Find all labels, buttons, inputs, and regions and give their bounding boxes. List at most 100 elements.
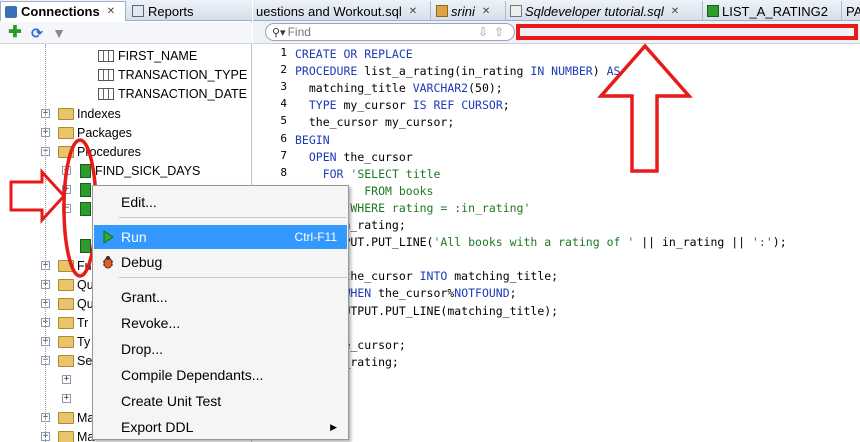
add-connection-icon[interactable]: ✚ [7, 25, 23, 41]
menu-item-grant[interactable]: Grant... [94, 285, 347, 309]
code-token: FOR [322, 166, 344, 181]
folder-icon [58, 145, 74, 158]
folder-icon [58, 126, 74, 139]
collapse-toggle[interactable]: − [62, 204, 71, 213]
tab-reports-label: Reports [148, 3, 194, 19]
tree-node-functions[interactable]: Fu [58, 256, 92, 275]
procedure-icon [707, 5, 719, 17]
find-field[interactable]: ⚲▾ ⇩ ⇧ [265, 23, 515, 41]
line-number: 7 [280, 148, 287, 162]
folder-icon [58, 354, 74, 367]
code-token: the_cursor% [371, 286, 455, 301]
code-line: matching_title VARCHAR2(50); [295, 80, 503, 97]
code-token: the_cursor my_cursor; [295, 115, 455, 130]
close-icon[interactable]: ✕ [107, 6, 115, 17]
code-token: PROCEDURE [295, 64, 358, 79]
menu-item-label: Drop... [121, 341, 164, 357]
tab-pat[interactable]: PAT [843, 1, 860, 21]
code-line: the_cursor my_cursor; [295, 114, 454, 131]
tab-questions-and-workout[interactable]: uestions and Workout.sql ✕ [253, 1, 431, 21]
menu-item-label: Revoke... [121, 315, 181, 331]
find-next-icon[interactable]: ⇧ [494, 25, 504, 39]
code-token: ) [592, 64, 607, 79]
tree-node-indexes[interactable]: Indexes [58, 104, 121, 123]
tab-label: uestions and Workout.sql [256, 3, 402, 19]
code-editor[interactable]: CREATE OR REPLACE PROCEDURE list_a_rating… [291, 44, 860, 442]
reports-icon [132, 5, 144, 17]
tree-column-first-name[interactable]: FIRST_NAME [98, 46, 197, 65]
tab-label: Sqldeveloper tutorial.sql [525, 3, 664, 19]
find-input[interactable] [287, 25, 438, 39]
line-number: 6 [280, 131, 287, 145]
tab-label: LIST_A_RATING2 [722, 3, 828, 19]
code-token: INTO [419, 269, 448, 284]
tab-connections-label: Connections [21, 4, 100, 19]
tree-label: TRANSACTION_TYPE [118, 67, 248, 82]
expand-toggle[interactable]: + [62, 166, 71, 175]
line-number: 4 [280, 97, 287, 111]
tree-column-transaction-type[interactable]: TRANSACTION_TYPE [98, 65, 247, 84]
menu-separator [119, 277, 347, 278]
expand-toggle[interactable]: + [62, 185, 71, 194]
tab-label: srini [451, 3, 475, 19]
menu-item-drop[interactable]: Drop... [94, 337, 347, 361]
menu-item-edit[interactable]: Edit... [94, 190, 347, 214]
code-token: BEGIN [295, 132, 330, 147]
expand-toggle[interactable]: + [62, 394, 71, 403]
menu-item-compile-dependants[interactable]: Compile Dependants... [94, 363, 347, 387]
connections-toolbar: ✚ ⟳ ▼ [0, 22, 252, 44]
menu-item-export-ddl[interactable]: Export DDL ▶ [94, 415, 347, 439]
tree-label: Se [77, 353, 93, 368]
tab-reports[interactable]: Reports [128, 1, 252, 21]
tree-label: FIRST_NAME [118, 48, 198, 63]
menu-item-label: Edit... [121, 194, 157, 210]
tree-node-sequences[interactable]: Se [58, 351, 92, 370]
left-tab-strip: Connections ✕ Reports [0, 0, 252, 21]
menu-item-run[interactable]: Run Ctrl-F11 [94, 225, 347, 249]
tree-label: Indexes [77, 106, 121, 121]
tree-label: FIND_SICK_DAYS [95, 163, 201, 178]
tree-node-queues[interactable]: Qu [58, 275, 94, 294]
bug-icon [101, 255, 115, 269]
close-icon[interactable]: ✕ [482, 6, 490, 17]
refresh-icon[interactable]: ⟳ [29, 25, 45, 41]
code-token: ); [772, 235, 787, 250]
tab-connections[interactable]: Connections ✕ [0, 1, 126, 21]
menu-item-label: Export DDL [121, 419, 194, 435]
tab-sqldeveloper-tutorial[interactable]: Sqldeveloper tutorial.sql ✕ [507, 1, 703, 21]
menu-item-label: Run [121, 229, 147, 245]
close-icon[interactable]: ✕ [409, 6, 417, 17]
close-icon[interactable]: ✕ [671, 6, 679, 17]
tree-node-triggers[interactable]: Tr [58, 313, 88, 332]
line-number: 3 [280, 80, 287, 94]
tab-srini[interactable]: srini ✕ [433, 1, 506, 21]
tree-node-types[interactable]: Ty [58, 332, 90, 351]
expand-toggle[interactable]: + [62, 375, 71, 384]
code-line: CREATE OR REPLACE [295, 46, 413, 63]
tree-node-procedures[interactable]: Procedures [58, 142, 141, 161]
code-token: || in_rating || [634, 235, 752, 250]
menu-item-revoke[interactable]: Revoke... [94, 311, 347, 335]
submenu-arrow-icon: ▶ [330, 421, 337, 432]
code-line: OPEN the_cursor [295, 149, 413, 166]
tree-proc-find-sick-days[interactable]: FIND_SICK_DAYS [80, 161, 200, 180]
menu-item-label: Debug [121, 254, 163, 270]
menu-item-debug[interactable]: Debug [94, 250, 347, 274]
tree-column-transaction-date[interactable]: TRANSACTION_DATE [98, 84, 247, 103]
find-previous-icon[interactable]: ⇩ [478, 25, 488, 39]
menu-item-create-unit-test[interactable]: Create Unit Test [94, 389, 347, 413]
folder-icon [58, 259, 74, 272]
tree-node-materialized-view-logs[interactable]: Ma [58, 427, 94, 442]
tree-node-queue-tables[interactable]: Qu [58, 294, 94, 313]
code-token: TYPE [308, 98, 337, 113]
tab-list-a-rating2[interactable]: LIST_A_RATING2 [704, 1, 842, 21]
folder-icon [58, 107, 74, 120]
filter-icon[interactable]: ▼ [51, 25, 67, 41]
tree-node-packages[interactable]: Packages [58, 123, 132, 142]
folder-icon [58, 278, 74, 291]
tree-node-materialized-views[interactable]: Ma [58, 408, 94, 427]
menu-item-label: Compile Dependants... [121, 367, 264, 383]
code-token: 'SELECT title [343, 166, 441, 181]
